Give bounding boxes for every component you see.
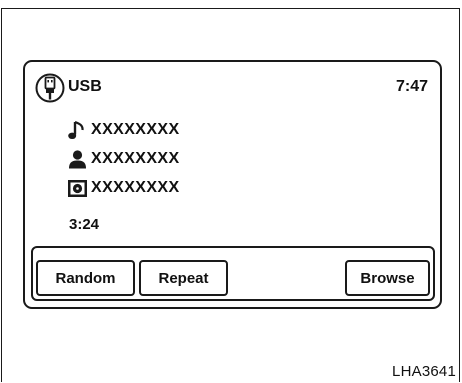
- person-icon: [69, 149, 86, 168]
- screen-header: USB 7:47: [35, 71, 428, 105]
- button-bar: Random Repeat Browse: [31, 246, 435, 301]
- repeat-button[interactable]: Repeat: [139, 260, 228, 296]
- album-row: XXXXXXXX: [67, 176, 180, 200]
- song-row: XXXXXXXX: [67, 118, 180, 142]
- browse-button[interactable]: Browse: [345, 260, 430, 296]
- figure-id: LHA3641: [388, 363, 456, 380]
- clock: 7:47: [395, 78, 428, 95]
- music-note-icon: [68, 120, 84, 139]
- audio-screen: USB 7:47 XXXXXXXX XXXXXXXX XXXXXXXX 3:24…: [23, 60, 442, 309]
- random-button[interactable]: Random: [36, 260, 135, 296]
- song-title: XXXXXXXX: [91, 121, 180, 138]
- artist-row: XXXXXXXX: [67, 147, 180, 171]
- usb-icon: [35, 73, 65, 103]
- album-name: XXXXXXXX: [91, 179, 180, 196]
- source-label: USB: [68, 78, 102, 95]
- elapsed-time: 3:24: [69, 216, 100, 233]
- artist-name: XXXXXXXX: [91, 150, 180, 167]
- album-icon: [68, 179, 87, 197]
